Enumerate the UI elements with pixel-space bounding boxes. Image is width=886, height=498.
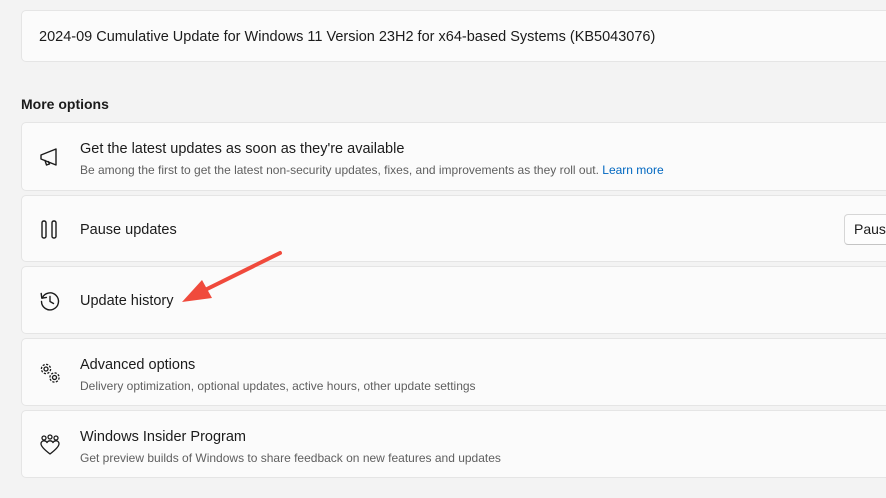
latest-update-card: 2024-09 Cumulative Update for Windows 11…: [21, 10, 886, 62]
get-latest-updates-label: Get the latest updates as soon as they'r…: [80, 141, 405, 157]
get-latest-updates-description: Be among the first to get the latest non…: [80, 163, 664, 177]
advanced-options-row[interactable]: Advanced options Delivery optimization, …: [21, 338, 886, 406]
gears-icon: [38, 361, 62, 385]
history-icon: [38, 289, 62, 313]
advanced-options-label: Advanced options: [80, 357, 196, 373]
update-title: 2024-09 Cumulative Update for Windows 11…: [39, 29, 656, 45]
megaphone-icon: [38, 145, 62, 169]
pause-updates-row: Pause updates Pause: [21, 195, 886, 262]
get-latest-updates-row[interactable]: Get the latest updates as soon as they'r…: [21, 122, 886, 191]
learn-more-link[interactable]: Learn more: [602, 163, 663, 177]
pause-updates-label: Pause updates: [80, 222, 177, 238]
insider-icon: [38, 433, 62, 457]
windows-insider-description: Get preview builds of Windows to share f…: [80, 451, 501, 465]
pause-button[interactable]: Pause: [844, 214, 886, 245]
more-options-heading: More options: [21, 96, 109, 112]
windows-insider-label: Windows Insider Program: [80, 429, 246, 445]
advanced-options-description: Delivery optimization, optional updates,…: [80, 379, 476, 393]
windows-update-page: 2024-09 Cumulative Update for Windows 11…: [0, 0, 886, 498]
update-history-row[interactable]: Update history: [21, 266, 886, 334]
update-history-label: Update history: [80, 293, 174, 309]
pause-icon: [38, 218, 62, 242]
windows-insider-row[interactable]: Windows Insider Program Get preview buil…: [21, 410, 886, 478]
